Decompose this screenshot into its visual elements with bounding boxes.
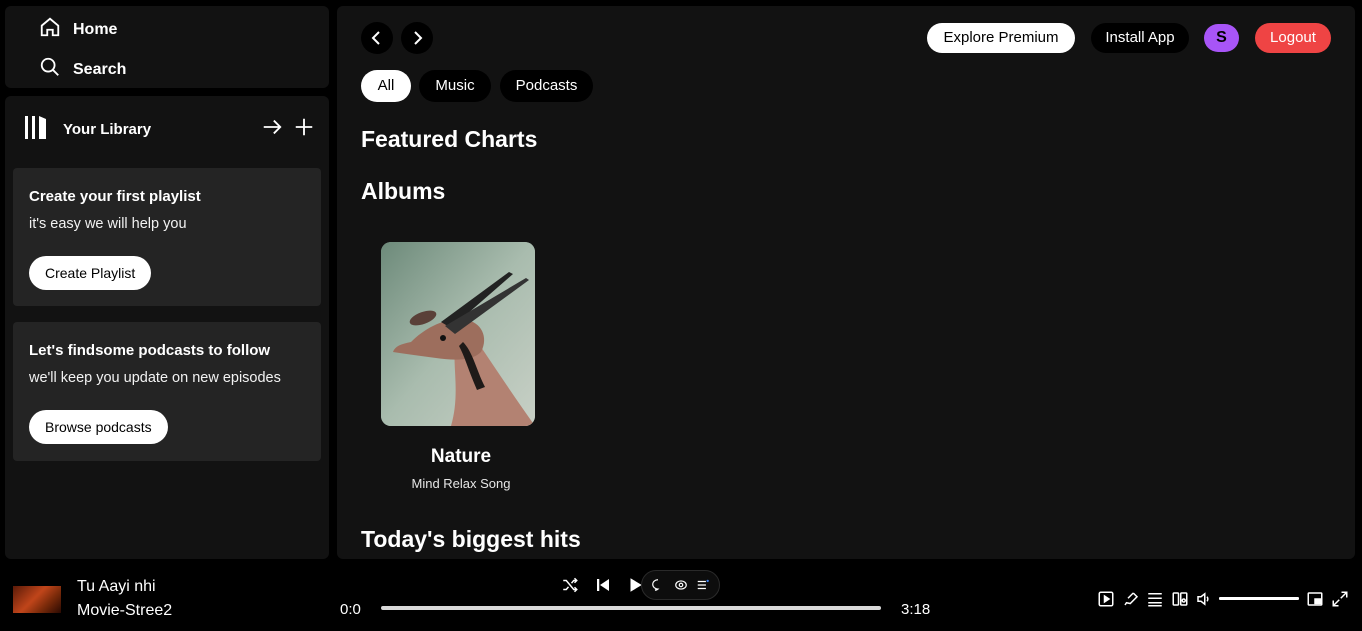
total-time: 3:18 <box>901 601 931 618</box>
nav-search[interactable]: Search <box>39 56 126 83</box>
volume-icon[interactable] <box>1195 590 1213 613</box>
library-title[interactable]: Your Library <box>63 121 151 138</box>
card-subtitle: it's easy we will help you <box>29 216 187 232</box>
back-button[interactable] <box>361 22 393 54</box>
chat-icon[interactable] <box>651 578 665 592</box>
device-icon[interactable] <box>1171 590 1189 613</box>
chip-music[interactable]: Music <box>419 70 491 102</box>
avatar[interactable]: S <box>1204 24 1239 52</box>
player-extras <box>641 570 720 600</box>
gazelle-image <box>381 242 535 426</box>
nav-home[interactable]: Home <box>39 16 117 43</box>
album-card[interactable]: Nature Mind Relax Song <box>381 242 537 491</box>
explore-premium-button[interactable]: Explore Premium <box>927 23 1075 53</box>
chip-all[interactable]: All <box>361 70 411 102</box>
now-playing-artist[interactable]: Movie-Stree2 <box>77 602 172 620</box>
volume-slider[interactable] <box>1219 597 1299 600</box>
main-panel: Explore Premium Install App S Logout All… <box>337 6 1355 559</box>
mini-player-icon[interactable] <box>1306 590 1324 613</box>
album-subtitle: Mind Relax Song <box>411 476 511 491</box>
player-bar: Tu Aayi nhi Movie-Stree2 0:0 3:18 <box>0 559 1362 631</box>
queue-icon[interactable] <box>696 578 710 592</box>
library-panel: Your Library Create your first playlist … <box>5 96 329 559</box>
previous-icon[interactable] <box>594 576 612 599</box>
library-icon[interactable] <box>23 113 51 146</box>
card-title: Let's findsome podcasts to follow <box>29 342 271 359</box>
search-icon <box>39 56 61 83</box>
forward-button[interactable] <box>401 22 433 54</box>
nav-panel: Home Search <box>5 6 329 88</box>
section-todays-biggest-hits: Today's biggest hits <box>361 526 581 552</box>
fullscreen-icon[interactable] <box>1331 590 1349 613</box>
now-playing-title[interactable]: Tu Aayi nhi <box>77 578 156 596</box>
now-playing-cover[interactable] <box>13 586 61 613</box>
section-featured-charts: Featured Charts <box>361 126 538 152</box>
album-title: Nature <box>430 446 492 467</box>
lyrics-icon[interactable] <box>674 578 688 592</box>
chip-podcasts[interactable]: Podcasts <box>500 70 593 102</box>
nav-search-label: Search <box>73 60 127 78</box>
install-app-button[interactable]: Install App <box>1091 23 1189 53</box>
chevron-right-icon <box>414 31 423 45</box>
create-playlist-card: Create your first playlist it's easy we … <box>13 168 321 306</box>
plus-icon[interactable] <box>293 116 315 143</box>
chevron-left-icon <box>371 31 380 45</box>
now-playing-view-icon[interactable] <box>1097 590 1115 613</box>
album-cover-image[interactable] <box>381 242 535 426</box>
home-icon <box>39 16 61 43</box>
progress-bar[interactable] <box>381 606 881 610</box>
arrow-right-icon[interactable] <box>261 116 283 143</box>
current-time: 0:0 <box>340 601 361 618</box>
section-albums: Albums <box>361 178 446 204</box>
microphone-icon[interactable] <box>1122 590 1140 613</box>
library-header: Your Library <box>23 113 315 145</box>
browse-podcasts-button[interactable]: Browse podcasts <box>29 410 168 444</box>
browse-podcasts-card: Let's findsome podcasts to follow we'll … <box>13 322 321 461</box>
card-subtitle: we'll keep you update on new episodes <box>29 370 281 386</box>
queue-list-icon[interactable] <box>1146 590 1164 613</box>
create-playlist-button[interactable]: Create Playlist <box>29 256 152 290</box>
volume-fill <box>1219 597 1299 600</box>
shuffle-icon[interactable] <box>561 576 579 599</box>
logout-button[interactable]: Logout <box>1255 23 1331 53</box>
nav-home-label: Home <box>73 20 118 38</box>
card-title: Create your first playlist <box>29 188 201 205</box>
